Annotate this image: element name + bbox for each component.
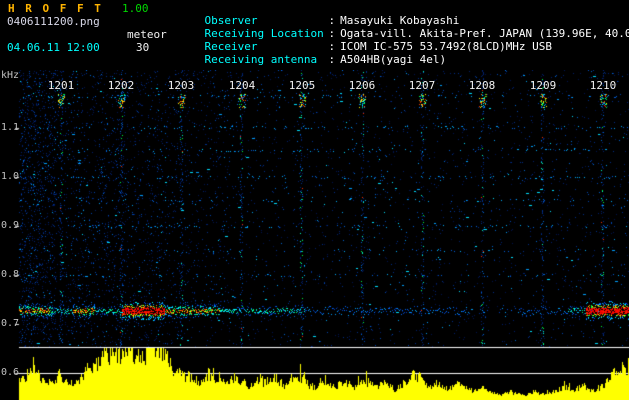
x-axis-label: 1205 [288, 79, 316, 92]
x-axis-label: 1210 [589, 79, 617, 92]
y-axis-label: 0.9 [1, 220, 20, 231]
x-axis-label: 1204 [228, 79, 256, 92]
x-axis-label: 1208 [468, 79, 496, 92]
y-axis-label: 0.6 [1, 367, 20, 378]
spectrogram-canvas [0, 70, 629, 400]
app-version: 1.00 [122, 2, 149, 15]
y-axis-unit-label: kHz [1, 70, 20, 81]
x-axis-label: 1202 [107, 79, 135, 92]
output-filename: 0406111200.png [7, 15, 100, 28]
y-axis-label: 0.7 [1, 318, 20, 329]
interval-value: 30 [136, 41, 150, 54]
hrofft-window: { "header": { "app_title": "H R O F F T"… [0, 0, 629, 400]
y-axis-label: 1.1 [1, 122, 20, 133]
mode-label: meteor [127, 28, 167, 41]
x-axis-label: 1209 [529, 79, 557, 92]
x-axis-label: 1207 [408, 79, 436, 92]
x-axis-label: 1201 [47, 79, 75, 92]
x-axis-label: 1206 [348, 79, 376, 92]
y-axis-label: 1.0 [1, 171, 20, 182]
x-axis-label: 1203 [167, 79, 195, 92]
info-label: Receiving antenna [204, 53, 318, 66]
info-value: A504HB(yagi 4el) [340, 53, 447, 66]
app-title: H R O F F T [8, 2, 103, 15]
datetime-label: 04.06.11 12:00 [7, 41, 100, 54]
y-axis-label: 0.8 [1, 269, 20, 280]
info-separator: : [328, 53, 336, 66]
